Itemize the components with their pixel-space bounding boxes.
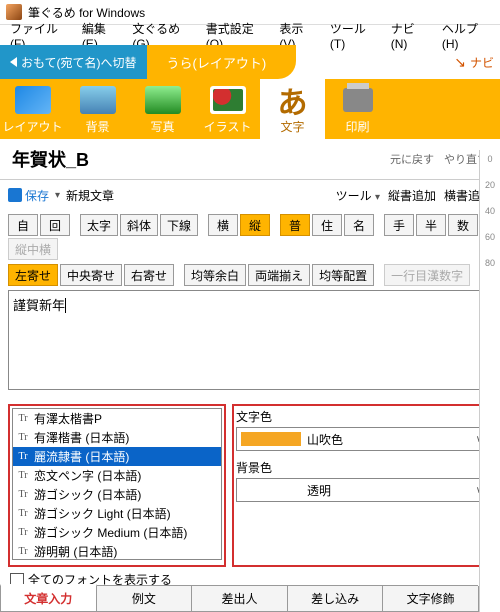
text-input-area[interactable]: 謹賀新年 [8, 290, 492, 390]
ribbon-print[interactable]: 印刷 [325, 79, 390, 139]
style-btn-5[interactable]: 下線 [160, 214, 198, 236]
style-btn-1[interactable]: 回 [40, 214, 70, 236]
style-btn-16[interactable]: 数 [448, 214, 478, 236]
font-item[interactable]: Tr游明朝 (日本語) [13, 542, 221, 560]
style-btn-4[interactable]: 斜体 [120, 214, 158, 236]
font-item[interactable]: Tr游ゴシック (日本語) [13, 485, 221, 504]
truetype-icon: Tr [16, 546, 30, 557]
ribbon-text[interactable]: あ文字 [260, 79, 325, 139]
truetype-icon: Tr [16, 413, 30, 424]
align-btn-0[interactable]: 左寄せ [8, 264, 58, 286]
font-item[interactable]: Tr游ゴシック Light (日本語) [13, 504, 221, 523]
save-dropdown[interactable]: ▾ [55, 190, 60, 201]
menu-bar: ファイル(F) 編集(E) 文ぐるめ(G) 書式設定(O) 表示(V) ツール(… [0, 25, 500, 45]
style-btn-0[interactable]: 自 [8, 214, 38, 236]
text-icon: あ [273, 84, 313, 116]
text-color-swatch [241, 432, 301, 446]
tab-sender[interactable]: 差出人 [191, 586, 288, 612]
tab-samples[interactable]: 例文 [96, 586, 193, 612]
font-item[interactable]: Tr有澤楷書 (日本語) [13, 428, 221, 447]
tab-merge[interactable]: 差し込み [287, 586, 384, 612]
truetype-icon: Tr [16, 432, 30, 443]
align-btn-5[interactable]: 両端揃え [248, 264, 310, 286]
bg-color-swatch [241, 483, 301, 497]
edit-panel: 自回太字斜体下線横縦普住名手半数縦中横 左寄せ中央寄せ右寄せ均等余白両端揃え均等… [0, 210, 500, 394]
truetype-icon: Tr [16, 470, 30, 481]
bg-color-label: 背景色 [236, 459, 488, 476]
style-btn-8[interactable]: 縦 [240, 214, 270, 236]
mode-front-button[interactable]: おもて(宛て名)へ切替 [0, 45, 147, 79]
document-header: 年賀状_B 元に戻す やり直す [0, 139, 500, 180]
undo-button[interactable]: 元に戻す [390, 151, 434, 167]
text-toolbar: 保存 ▾ 新規文章 ツール ▾ 縦書追加 横書追加 [0, 180, 500, 210]
style-btn-12[interactable]: 名 [344, 214, 374, 236]
align-btn-8[interactable]: 一行目漢数字 [384, 264, 470, 286]
font-item[interactable]: Tr有澤太楷書P [13, 409, 221, 428]
tab-decoration[interactable]: 文字修飾 [382, 586, 479, 612]
font-item[interactable]: Tr麗流隷書 (日本語) [13, 447, 221, 466]
color-panel-highlight: 文字色 山吹色 ∨ 背景色 透明 ∨ [232, 404, 492, 567]
new-text-button[interactable]: 新規文章 [66, 187, 114, 204]
style-btn-14[interactable]: 手 [384, 214, 414, 236]
menu-tool[interactable]: ツール(T) [324, 18, 383, 53]
triangle-left-icon [10, 57, 17, 67]
bottom-tabs: 文章入力 例文 差出人 差し込み 文字修飾 [0, 585, 478, 612]
photo-icon [145, 86, 181, 114]
align-btn-1[interactable]: 中央寄せ [60, 264, 122, 286]
layout-icon [15, 86, 51, 114]
ribbon-illust[interactable]: イラスト [195, 79, 260, 139]
vertical-add-button[interactable]: 縦書追加 [388, 187, 436, 204]
truetype-icon: Tr [16, 527, 30, 538]
text-color-label: 文字色 [236, 408, 488, 425]
style-btn-3[interactable]: 太字 [80, 214, 118, 236]
side-ruler: 020406080 [479, 150, 500, 612]
ribbon-layout[interactable]: レイアウト [0, 79, 65, 139]
font-list-highlight: Tr有澤太楷書PTr有澤楷書 (日本語)Tr麗流隷書 (日本語)Tr恋文ペン字 … [8, 404, 226, 567]
tab-text-input[interactable]: 文章入力 [0, 584, 97, 612]
align-btn-4[interactable]: 均等余白 [184, 264, 246, 286]
ribbon: レイアウト 背景 写真 イラスト あ文字 印刷 [0, 79, 500, 139]
style-row-1: 自回太字斜体下線横縦普住名手半数縦中横 [8, 214, 492, 260]
menu-navi[interactable]: ナビ(N) [385, 18, 434, 53]
lower-panel: Tr有澤太楷書PTr有澤楷書 (日本語)Tr麗流隷書 (日本語)Tr恋文ペン字 … [0, 404, 500, 567]
truetype-icon: Tr [16, 451, 30, 462]
align-btn-6[interactable]: 均等配置 [312, 264, 374, 286]
ribbon-background[interactable]: 背景 [65, 79, 130, 139]
text-color-select[interactable]: 山吹色 ∨ [236, 427, 488, 451]
style-btn-11[interactable]: 住 [312, 214, 342, 236]
align-btn-2[interactable]: 右寄せ [124, 264, 174, 286]
style-btn-7[interactable]: 横 [208, 214, 238, 236]
style-btn-10[interactable]: 普 [280, 214, 310, 236]
tool-dropdown[interactable]: ツール ▾ [336, 187, 380, 204]
font-list[interactable]: Tr有澤太楷書PTr有澤楷書 (日本語)Tr麗流隷書 (日本語)Tr恋文ペン字 … [12, 408, 222, 560]
mode-back-button[interactable]: うら(レイアウト) [147, 45, 297, 79]
style-btn-18[interactable]: 縦中横 [8, 238, 58, 260]
save-button[interactable]: 保存 [8, 187, 49, 204]
style-row-2: 左寄せ中央寄せ右寄せ均等余白両端揃え均等配置一行目漢数字 [8, 264, 492, 286]
truetype-icon: Tr [16, 489, 30, 500]
bg-color-select[interactable]: 透明 ∨ [236, 478, 488, 502]
nav-arrow-icon: ↘ [454, 54, 466, 71]
style-btn-15[interactable]: 半 [416, 214, 446, 236]
nav-button[interactable]: ↘ ナビ [454, 45, 500, 79]
illust-icon [210, 86, 246, 114]
text-caret [65, 298, 66, 313]
ribbon-photo[interactable]: 写真 [130, 79, 195, 139]
truetype-icon: Tr [16, 508, 30, 519]
background-icon [80, 86, 116, 114]
font-item[interactable]: Tr游ゴシック Medium (日本語) [13, 523, 221, 542]
print-icon [343, 88, 373, 112]
font-item[interactable]: Tr恋文ペン字 (日本語) [13, 466, 221, 485]
document-title: 年賀状_B [12, 146, 390, 172]
save-icon [8, 188, 22, 202]
